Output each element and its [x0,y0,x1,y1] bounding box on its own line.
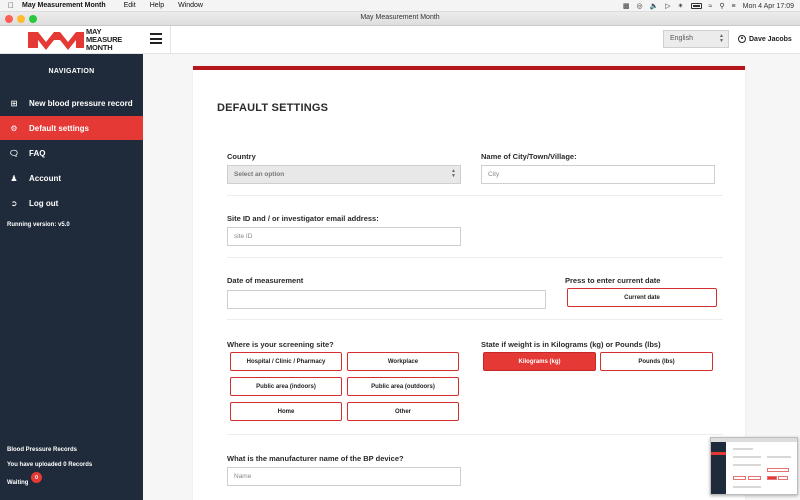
sidebar-item-account[interactable]: ♟ Account [0,166,143,190]
bluetooth-icon[interactable]: ✶ [678,2,684,10]
weight-option-lbs[interactable]: Pounds (lbs) [600,352,713,371]
sidebar-item-label: Default settings [29,123,90,133]
user-name: Dave Jacobs [749,35,792,43]
waiting-count-badge: 0 [31,472,42,483]
user-menu[interactable]: Dave Jacobs [738,35,792,43]
date-input[interactable] [227,290,546,309]
system-menu-bar:  May Measurement Month Edit Help Window… [0,0,800,12]
app-header: MAY MEASURE MONTH English ▲ ▼ Dave Jacobs [0,26,800,54]
user-circle-icon [738,35,746,43]
screenshot-thumbnail[interactable] [710,437,798,495]
site-id-input[interactable]: site ID [227,227,461,246]
clock-text[interactable]: Mon 4 Apr 17:09 [743,3,794,10]
settings-card: DEFAULT SETTINGS Country Select an optio… [193,66,745,500]
sidebar-item-faq[interactable]: 🗨 FAQ [0,141,143,165]
header-divider [170,26,171,54]
window-title: May Measurement Month [360,14,440,21]
site-option-workplace[interactable]: Workplace [347,352,459,371]
battery-icon[interactable] [690,3,702,9]
wifi-icon[interactable]: ≈ [709,3,713,10]
divider [227,434,723,435]
nav-title: NAVIGATION [48,68,95,75]
select-arrows-icon: ▲ ▼ [719,33,724,44]
waiting-label: Waiting [7,480,29,486]
manufacturer-label: What is the manufacturer name of the BP … [227,454,404,463]
site-option-public-outdoors[interactable]: Public area (outdoors) [347,377,459,396]
sign-out-icon: ➲ [10,198,18,208]
sidebar-item-log-out[interactable]: ➲ Log out [0,191,143,215]
country-label: Country [227,152,256,161]
site-option-home[interactable]: Home [230,402,342,421]
site-option-public-indoors[interactable]: Public area (indoors) [230,377,342,396]
may-measurement-month-logo[interactable]: MAY MEASURE MONTH [28,28,122,52]
country-select[interactable]: Select an option ▲ ▼ [227,165,461,184]
select-arrows-icon: ▲ ▼ [451,168,456,179]
language-select[interactable]: English ▲ ▼ [663,30,729,48]
apple-icon[interactable]:  [0,1,22,10]
sidebar-item-label: New blood pressure record [29,98,133,108]
record-icon[interactable]: ◎ [636,2,642,10]
sidebar-item-label: FAQ [29,148,46,158]
sidebar-item-default-settings[interactable]: ⚙ Default settings [0,116,143,140]
menu-edit[interactable]: Edit [124,2,136,9]
user-icon: ♟ [10,173,18,183]
play-icon[interactable]: ▷ [665,2,670,10]
uploaded-count-text: You have uploaded 0 Records [7,462,93,468]
divider [227,319,723,320]
search-icon[interactable]: ⚲ [719,2,724,10]
page-title: DEFAULT SETTINGS [217,102,329,114]
city-input[interactable]: City [481,165,715,184]
menu-app-name[interactable]: May Measurement Month [22,2,106,9]
sidebar-item-label: Account [29,173,61,183]
divider [227,257,723,258]
shield-icon[interactable]: ▩ [623,2,630,10]
current-date-label: Press to enter current date [565,276,661,285]
city-label: Name of City/Town/Village: [481,152,577,161]
control-center-icon[interactable]: ≡ [732,3,736,10]
volume-icon[interactable]: 🔈 [650,2,659,10]
sidebar-item-label: Log out [29,198,59,208]
site-id-label: Site ID and / or investigator email addr… [227,214,379,223]
menu-window[interactable]: Window [178,2,203,9]
current-date-button[interactable]: Current date [567,288,717,307]
site-option-hospital[interactable]: Hospital / Clinic / Pharmacy [230,352,342,371]
logo-text: MAY MEASURE MONTH [86,27,123,52]
screening-site-label: Where is your screening site? [227,340,334,349]
bp-records-title: Blood Pressure Records [7,447,78,453]
sidebar-item-new-bp-record[interactable]: ⊞ New blood pressure record [0,91,143,115]
weight-option-kg[interactable]: Kilograms (kg) [483,352,596,371]
version-text: Running version: v5.0 [7,222,70,228]
weight-unit-label: State if weight is in Kilograms (kg) or … [481,340,661,349]
menu-toggle-icon[interactable] [150,33,162,44]
comment-icon: 🗨 [8,148,20,158]
plus-square-icon: ⊞ [10,98,18,108]
manufacturer-input[interactable]: Name [227,467,461,486]
site-option-other[interactable]: Other [347,402,459,421]
window-title-bar: May Measurement Month [0,12,800,26]
gear-icon: ⚙ [10,123,18,133]
main-content: DEFAULT SETTINGS Country Select an optio… [143,54,800,500]
sidebar: NAVIGATION ⊞ New blood pressure record ⚙… [0,54,143,500]
logo-mark-icon [28,32,84,50]
date-label: Date of measurement [227,276,304,285]
menu-help[interactable]: Help [150,2,164,9]
divider [227,195,723,196]
